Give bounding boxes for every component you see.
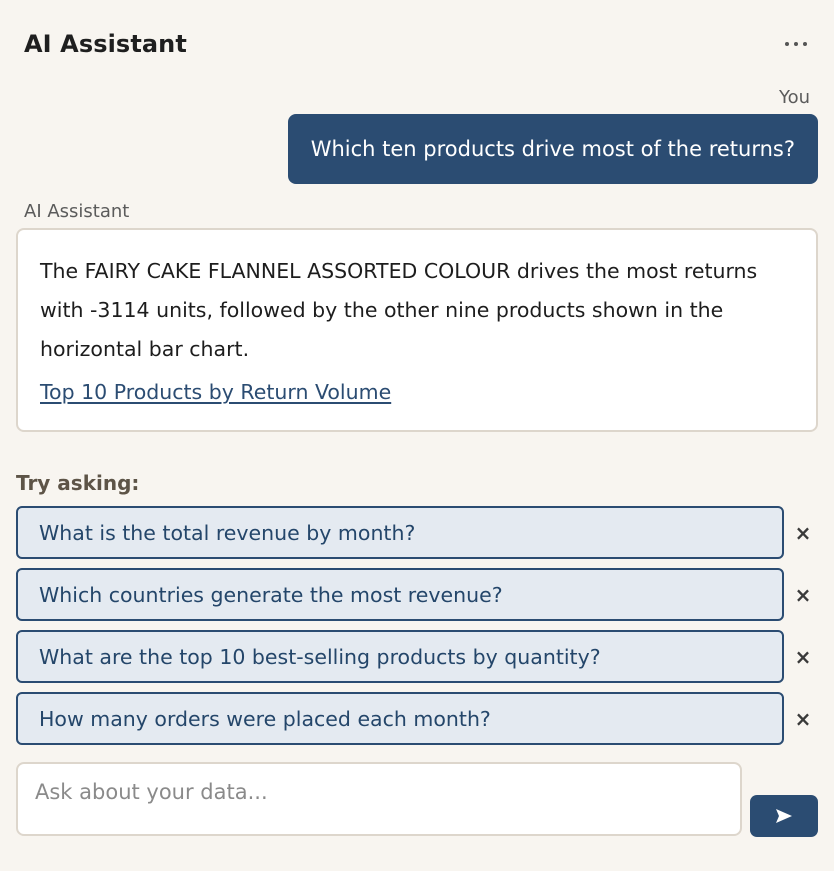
- suggestion-chip[interactable]: What is the total revenue by month?: [16, 506, 784, 559]
- panel-header: AI Assistant: [24, 28, 810, 60]
- send-arrow-icon: [776, 809, 792, 823]
- chat-input[interactable]: [16, 762, 742, 836]
- assistant-sender-label: AI Assistant: [24, 201, 130, 222]
- suggestions-heading: Try asking:: [16, 471, 140, 495]
- dismiss-suggestion-icon[interactable]: ×: [792, 630, 814, 683]
- dismiss-suggestion-icon[interactable]: ×: [792, 692, 814, 745]
- user-message-bubble: Which ten products drive most of the ret…: [287, 114, 818, 184]
- suggestion-chip[interactable]: Which countries generate the most revenu…: [16, 568, 784, 621]
- more-options-button[interactable]: [776, 28, 816, 60]
- chart-link[interactable]: Top 10 Products by Return Volume: [40, 380, 391, 404]
- send-button[interactable]: [750, 795, 818, 837]
- dismiss-suggestion-icon[interactable]: ×: [792, 506, 814, 559]
- suggestion-chip[interactable]: What are the top 10 best-selling product…: [16, 630, 784, 683]
- suggestion-chip[interactable]: How many orders were placed each month?: [16, 692, 784, 745]
- user-sender-label: You: [778, 87, 810, 108]
- assistant-message-text: The FAIRY CAKE FLANNEL ASSORTED COLOUR d…: [40, 259, 758, 361]
- dismiss-suggestion-icon[interactable]: ×: [792, 568, 814, 621]
- more-horizontal-icon: [785, 42, 789, 46]
- panel-title: AI Assistant: [24, 30, 187, 58]
- assistant-message-card: The FAIRY CAKE FLANNEL ASSORTED COLOUR d…: [16, 228, 818, 432]
